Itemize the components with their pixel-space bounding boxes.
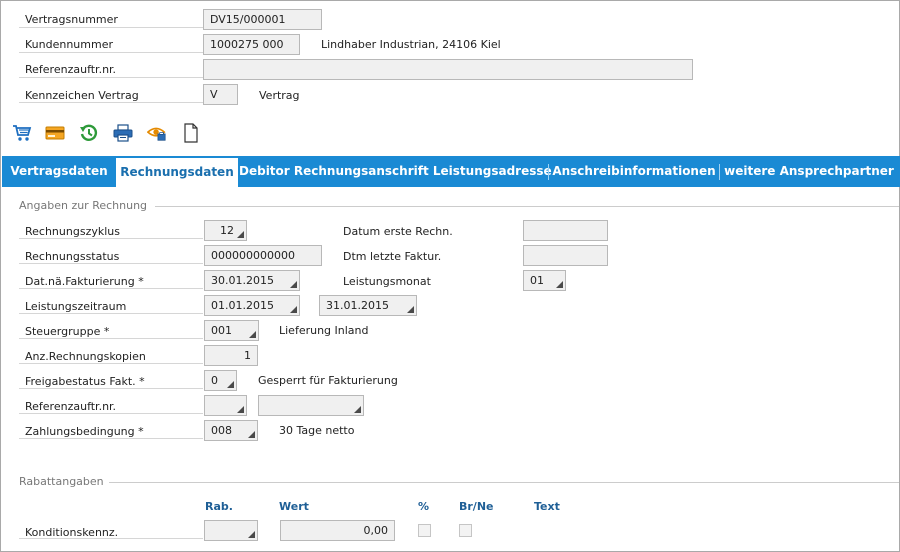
- kennzeichen-description: Vertrag: [259, 89, 300, 102]
- rechnungszyklus-dropdown[interactable]: 12: [204, 220, 247, 241]
- zahlungsbedingung-label: Zahlungsbedingung *: [25, 425, 144, 438]
- tab-rechnungsdaten[interactable]: Rechnungsdaten: [116, 158, 238, 189]
- section-divider: [109, 482, 899, 483]
- referenzauftrag2-dropdown-2[interactable]: [258, 395, 364, 416]
- brne-checkbox[interactable]: [459, 524, 472, 537]
- datum-erste-field[interactable]: [523, 220, 608, 241]
- freigabestatus-dropdown[interactable]: 0: [204, 370, 237, 391]
- column-header-rab: Rab.: [205, 500, 233, 513]
- kundennummer-field[interactable]: 1000275 000: [203, 34, 300, 55]
- anz-kopien-field[interactable]: 1: [204, 345, 258, 366]
- freigabestatus-description: Gesperrt für Fakturierung: [258, 374, 398, 387]
- section-title-rechnung: Angaben zur Rechnung: [19, 199, 148, 212]
- vertragsnummer-label: Vertragsnummer: [25, 13, 118, 26]
- kundennummer-label: Kundennummer: [25, 38, 113, 51]
- column-header-brne: Br/Ne: [459, 500, 494, 513]
- zahlungsbedingung-dropdown[interactable]: 008: [204, 420, 258, 441]
- card-icon[interactable]: [45, 123, 65, 143]
- steuergruppe-dropdown[interactable]: 001: [204, 320, 259, 341]
- kennzeichen-field[interactable]: V: [203, 84, 238, 105]
- dat-fakturierung-label: Dat.nä.Fakturierung *: [25, 275, 144, 288]
- kunde-description: Lindhaber Industrian, 24106 Kiel: [321, 38, 501, 51]
- column-header-percent: %: [418, 500, 430, 513]
- document-icon[interactable]: [181, 123, 201, 143]
- konditionskennz-rab-dropdown[interactable]: [204, 520, 258, 541]
- datum-erste-label: Datum erste Rechn.: [343, 225, 453, 238]
- section-title-rabatt: Rabattangaben: [19, 475, 104, 488]
- rechnungsstatus-label: Rechnungsstatus: [25, 250, 120, 263]
- percent-checkbox[interactable]: [418, 524, 431, 537]
- leistungsmonat-dropdown[interactable]: 01: [523, 270, 566, 291]
- referenzauftrag2-label: Referenzauftr.nr.: [25, 400, 117, 413]
- steuergruppe-label: Steuergruppe *: [25, 325, 110, 338]
- preview-icon[interactable]: [147, 123, 167, 143]
- steuergruppe-description: Lieferung Inland: [279, 324, 369, 337]
- leistungszeitraum-from-dropdown[interactable]: 01.01.2015: [204, 295, 300, 316]
- window-frame: Vertragsnummer DV15/000001 Kundennummer …: [0, 0, 900, 552]
- cart-icon[interactable]: [12, 123, 32, 143]
- zahlungsbedingung-description: 30 Tage netto: [279, 424, 355, 437]
- column-header-wert: Wert: [279, 500, 309, 513]
- tab-debitor-rechnungsanschrift[interactable]: Debitor Rechnungsanschrift Leistungsadre…: [239, 156, 552, 187]
- tab-weitere-ansprechpartner[interactable]: weitere Ansprechpartner: [720, 156, 898, 187]
- leistungszeitraum-label: Leistungszeitraum: [25, 300, 127, 313]
- leistungsmonat-label: Leistungsmonat: [343, 275, 431, 288]
- freigabestatus-label: Freigabestatus Fakt. *: [25, 375, 145, 388]
- anz-kopien-label: Anz.Rechnungskopien: [25, 350, 146, 363]
- dat-fakturierung-dropdown[interactable]: 30.01.2015: [204, 270, 300, 291]
- dtm-letzte-field[interactable]: [523, 245, 608, 266]
- rechnungsstatus-field[interactable]: 000000000000: [204, 245, 322, 266]
- history-icon[interactable]: [79, 123, 99, 143]
- kennzeichen-label: Kennzeichen Vertrag: [25, 89, 139, 102]
- konditionskennz-wert-field[interactable]: 0,00: [280, 520, 395, 541]
- tab-bar: Vertragsdaten Rechnungsdaten Debitor Rec…: [2, 156, 900, 189]
- leistungszeitraum-to-dropdown[interactable]: 31.01.2015: [319, 295, 417, 316]
- referenzauftrag2-dropdown[interactable]: [204, 395, 247, 416]
- rechnungszyklus-label: Rechnungszyklus: [25, 225, 120, 238]
- tab-vertragsdaten[interactable]: Vertragsdaten: [2, 156, 116, 187]
- referenzauftrag-label: Referenzauftr.nr.: [25, 63, 117, 76]
- referenzauftrag-field[interactable]: [203, 59, 693, 80]
- section-divider: [155, 206, 899, 207]
- column-header-text: Text: [534, 500, 560, 513]
- konditionskennz-label: Konditionskennz.: [25, 526, 119, 539]
- dtm-letzte-label: Dtm letzte Faktur.: [343, 250, 442, 263]
- vertragsnummer-field[interactable]: DV15/000001: [203, 9, 322, 30]
- tab-anschreibinformationen[interactable]: Anschreibinformationen: [549, 156, 719, 187]
- print-icon[interactable]: [113, 123, 133, 143]
